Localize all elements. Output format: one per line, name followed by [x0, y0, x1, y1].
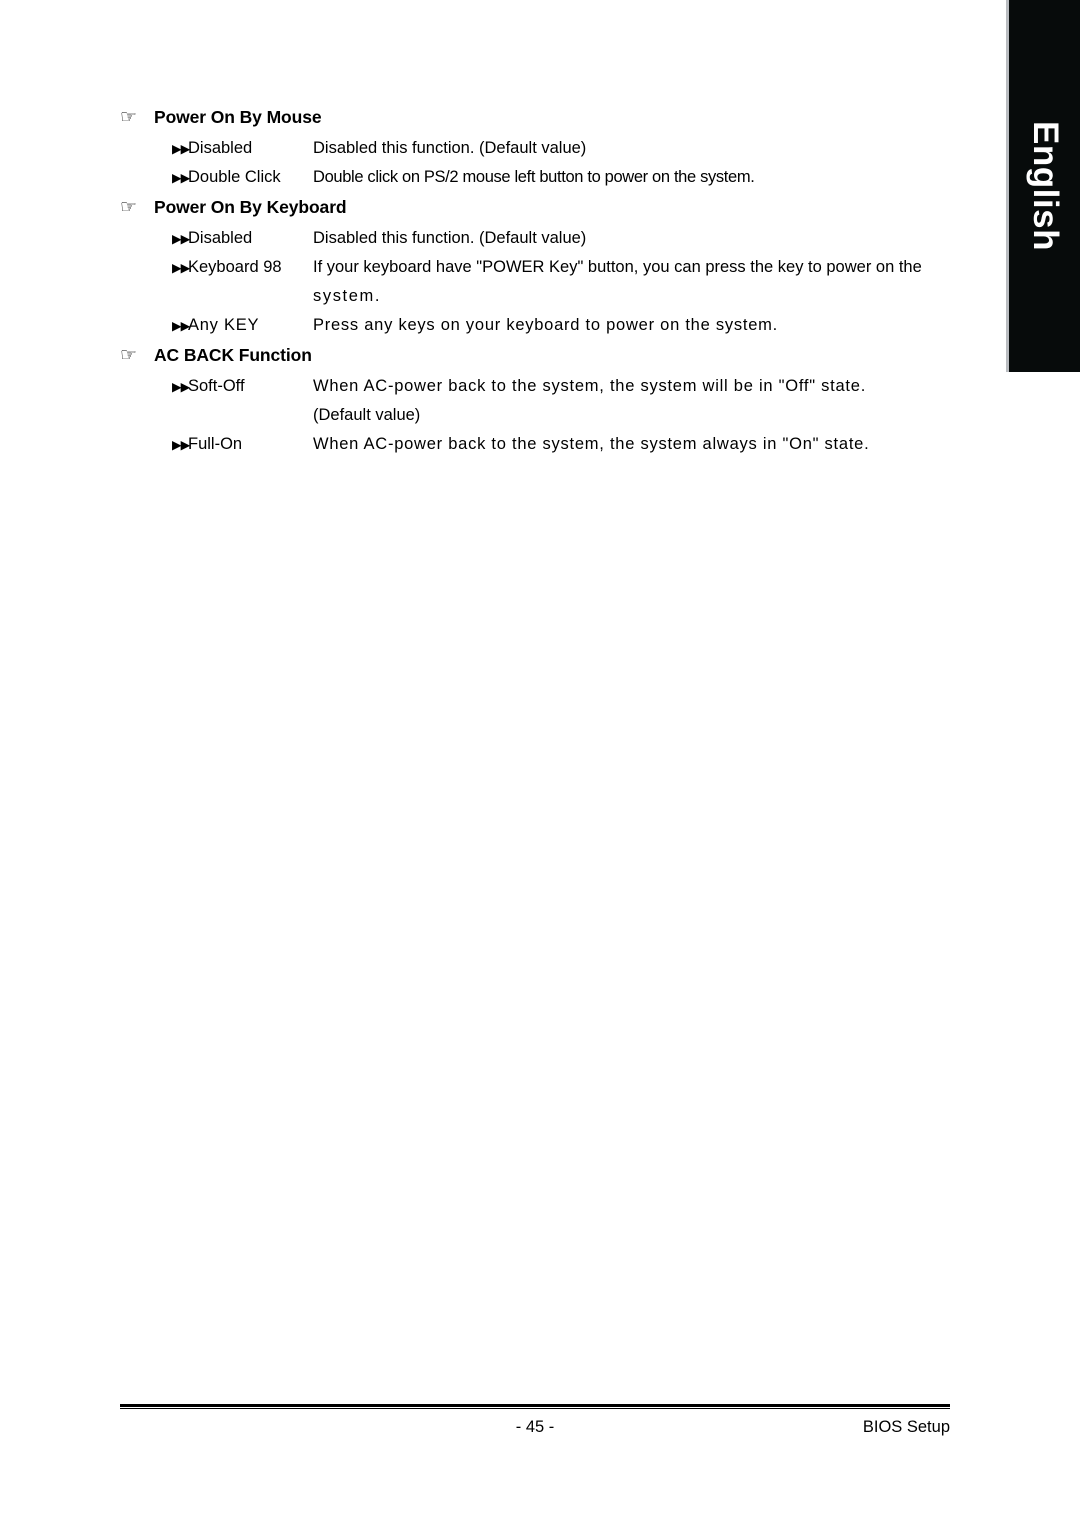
- option-description: When AC-power back to the system, the sy…: [313, 377, 867, 395]
- option-row: ▶▶ Any KEY Press any keys on your keyboa…: [120, 311, 960, 340]
- footer-divider-thin: [120, 1408, 950, 1409]
- option-row: ▶▶ Soft-Off When AC-power back to the sy…: [120, 372, 960, 401]
- section-power-on-by-keyboard: ☞ Power On By Keyboard ▶▶ Disabled Disab…: [120, 194, 960, 340]
- option-row: ▶▶ Double Click Double click on PS/2 mou…: [120, 163, 960, 192]
- section-power-on-by-mouse: ☞ Power On By Mouse ▶▶ Disabled Disabled…: [120, 104, 960, 192]
- option-label: Soft-Off: [188, 377, 245, 395]
- pointing-hand-icon: ☞: [120, 106, 138, 128]
- option-label: Keyboard 98: [188, 258, 282, 276]
- double-triangle-bullet-icon: ▶▶: [172, 437, 190, 452]
- option-label: Full-On: [188, 435, 243, 453]
- double-triangle-bullet-icon: ▶▶: [172, 231, 190, 246]
- manual-page: English ☞ Power On By Mouse ▶▶ Disabled …: [0, 0, 1080, 1532]
- section-ac-back-function: ☞ AC BACK Function ▶▶ Soft-Off When AC-p…: [120, 342, 960, 459]
- option-description: Press any keys on your keyboard to power…: [313, 316, 778, 334]
- section-heading: ☞ Power On By Mouse: [120, 104, 960, 130]
- double-triangle-bullet-icon: ▶▶: [172, 170, 190, 185]
- option-label: Disabled: [188, 139, 253, 157]
- footer-row: - 45 - BIOS Setup: [120, 1412, 950, 1442]
- language-tab: English: [1006, 0, 1080, 372]
- section-title: AC BACK Function: [154, 345, 312, 365]
- continuation-text: (Default value): [313, 406, 421, 424]
- option-description-continuation: system.: [120, 282, 960, 311]
- option-description: Double click on PS/2 mouse left button t…: [313, 168, 755, 186]
- page-number: - 45 -: [515, 1418, 555, 1436]
- option-row: ▶▶ Full-On When AC-power back to the sys…: [120, 430, 960, 459]
- option-label: Any KEY: [188, 316, 260, 334]
- footer-section-label: BIOS Setup: [862, 1418, 950, 1436]
- option-row: ▶▶ Disabled Disabled this function. (Def…: [120, 134, 960, 163]
- section-title: Power On By Mouse: [154, 107, 322, 127]
- section-heading: ☞ Power On By Keyboard: [120, 194, 960, 220]
- option-label: Double Click: [188, 168, 281, 186]
- option-description: Disabled this function. (Default value): [313, 139, 587, 157]
- page-footer: - 45 - BIOS Setup: [120, 1404, 950, 1442]
- double-triangle-bullet-icon: ▶▶: [172, 379, 190, 394]
- footer-divider: [120, 1404, 950, 1407]
- pointing-hand-icon: ☞: [120, 196, 138, 218]
- double-triangle-bullet-icon: ▶▶: [172, 318, 190, 333]
- option-description: Disabled this function. (Default value): [313, 229, 587, 247]
- option-row: ▶▶ Keyboard 98 If your keyboard have "PO…: [120, 253, 960, 282]
- option-label: Disabled: [188, 229, 253, 247]
- option-description: When AC-power back to the system, the sy…: [313, 435, 870, 453]
- section-heading: ☞ AC BACK Function: [120, 342, 960, 368]
- option-row: ▶▶ Disabled Disabled this function. (Def…: [120, 224, 960, 253]
- option-description: If your keyboard have "POWER Key" button…: [313, 258, 922, 276]
- double-triangle-bullet-icon: ▶▶: [172, 141, 190, 156]
- double-triangle-bullet-icon: ▶▶: [172, 260, 190, 275]
- language-tab-label: English: [1025, 121, 1065, 251]
- page-content: ☞ Power On By Mouse ▶▶ Disabled Disabled…: [120, 104, 960, 461]
- pointing-hand-icon: ☞: [120, 344, 138, 366]
- option-description-continuation: (Default value): [120, 401, 960, 430]
- continuation-text: system.: [313, 287, 382, 305]
- section-title: Power On By Keyboard: [154, 197, 347, 217]
